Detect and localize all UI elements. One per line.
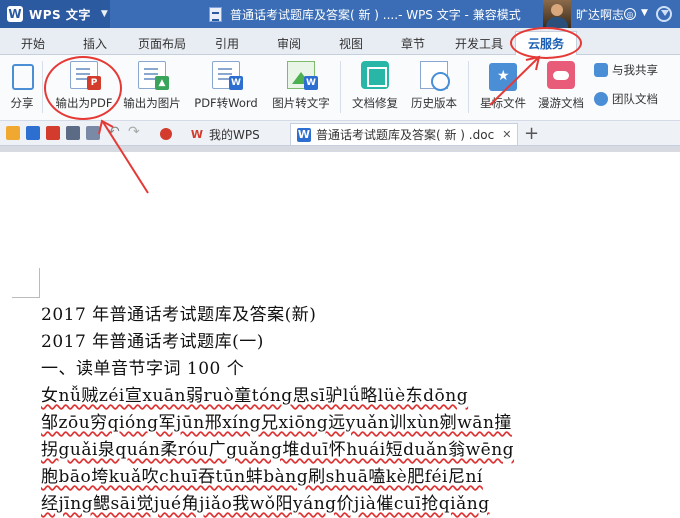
- annotation-arrow-export-pdf: [102, 121, 149, 194]
- annotation-arrows: [98, 55, 541, 194]
- annotation-arrow-cloud-tab: [489, 57, 539, 106]
